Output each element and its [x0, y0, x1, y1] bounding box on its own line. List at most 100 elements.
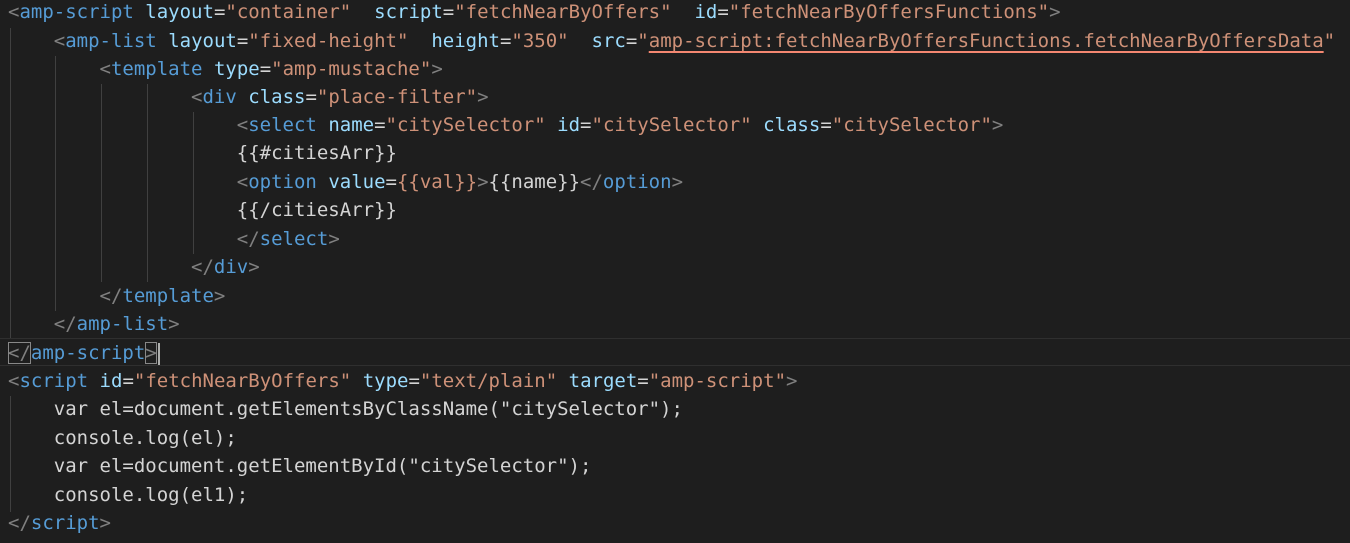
tag-name: template	[122, 285, 214, 307]
tag-bracket: <	[191, 86, 203, 108]
code-line[interactable]: {{#citiesArr}}	[8, 139, 397, 167]
tag-name: script	[19, 370, 89, 392]
attribute-name: target	[568, 370, 638, 392]
attribute-value: "fetchNearByOffers"	[133, 370, 352, 392]
code-line[interactable]: <div class="place-filter">	[8, 83, 489, 111]
tag-name: amp-list	[65, 30, 157, 52]
tag-bracket: <	[99, 58, 111, 80]
code-editor[interactable]: <amp-script layout="container" script="f…	[0, 0, 1350, 543]
attribute-name: layout	[145, 1, 214, 23]
code-line[interactable]: <script id="fetchNearByOffers" type="tex…	[8, 367, 797, 395]
tag-bracket: </	[53, 313, 77, 335]
attribute-value: "fixed-height"	[248, 30, 409, 52]
attribute-value-link[interactable]: amp-script:fetchNearByOffersFunctions.fe…	[649, 30, 1324, 52]
script-code: var el=document.getElementsByClassName("…	[53, 398, 683, 420]
tag-name: amp-script	[30, 342, 146, 364]
tag-bracket: >	[168, 313, 180, 335]
attribute-name: layout	[168, 30, 237, 52]
tag-bracket: <	[236, 171, 249, 193]
tag-bracket: <	[236, 114, 249, 136]
tag-bracket: </	[99, 285, 123, 307]
tag-bracket: >	[1049, 1, 1061, 23]
code-line-current[interactable]: </amp-script>	[0, 338, 1350, 366]
attribute-name: height	[431, 30, 500, 52]
tag-bracket: <	[53, 30, 66, 52]
script-code: var el=document.getElementById("citySele…	[53, 455, 592, 477]
tag-name: template	[110, 58, 203, 80]
code-line[interactable]: <select name="citySelector" id="citySele…	[8, 111, 1004, 139]
tag-name: amp-list	[76, 313, 169, 335]
attribute-name: id	[99, 370, 123, 392]
tag-name: div	[213, 256, 249, 278]
tag-name: option	[602, 171, 672, 193]
tag-name: amp-script	[19, 1, 134, 23]
code-line[interactable]: </script>	[8, 509, 111, 537]
code-line[interactable]: var el=document.getElementsByClassName("…	[8, 395, 683, 423]
attribute-name: src	[591, 30, 626, 52]
code-line[interactable]: <template type="amp-mustache">	[8, 55, 443, 83]
tag-bracket: >	[213, 285, 226, 307]
attribute-name: value	[328, 171, 386, 193]
tag-bracket: </	[191, 256, 214, 278]
code-line[interactable]: </select>	[8, 225, 340, 253]
tag-bracket: >	[991, 114, 1004, 136]
attribute-value: "fetchNearByOffers"	[454, 1, 672, 23]
mustache-variable: {{name}}	[488, 171, 581, 193]
tag-bracket-matched: </	[8, 342, 31, 364]
code-line[interactable]: <option value={{val}}>{{name}}</option>	[8, 168, 683, 196]
code-line[interactable]: <amp-script layout="container" script="f…	[8, 0, 1061, 26]
text-cursor	[157, 342, 160, 365]
tag-name: select	[248, 114, 317, 136]
attribute-value: "amp-script"	[648, 370, 787, 392]
attribute-value: "text/plain"	[419, 370, 558, 392]
code-line[interactable]: </template>	[8, 282, 226, 310]
code-line[interactable]: </amp-list>	[8, 310, 180, 338]
tag-bracket: <	[8, 370, 20, 392]
attribute-name: type	[213, 58, 260, 80]
attribute-value: "container"	[225, 1, 352, 23]
attribute-name: class	[763, 114, 821, 136]
code-line[interactable]: var el=document.getElementById("citySele…	[8, 452, 592, 480]
tag-bracket: >	[477, 171, 489, 193]
tag-bracket-matched: >	[145, 342, 157, 364]
tag-name: option	[248, 171, 317, 193]
tag-bracket: </	[8, 512, 31, 534]
tag-name: div	[202, 86, 237, 108]
tag-bracket: >	[671, 171, 684, 193]
tag-bracket: </	[236, 228, 260, 250]
script-code: console.log(el);	[53, 427, 237, 449]
script-code: console.log(el1);	[53, 484, 249, 506]
attribute-value: "amp-mustache"	[271, 58, 432, 80]
attribute-quote: "	[1323, 30, 1336, 52]
attribute-quote: "	[637, 30, 649, 52]
tag-bracket: >	[431, 58, 443, 80]
code-line[interactable]: {{/citiesArr}}	[8, 196, 397, 224]
mustache-section: {{#citiesArr}}	[236, 142, 397, 164]
attribute-name: id	[694, 1, 718, 23]
tag-bracket: <	[8, 1, 20, 23]
attribute-value: {{val}}	[396, 171, 478, 193]
attribute-name: name	[328, 114, 375, 136]
attribute-value: "citySelector"	[385, 114, 546, 136]
tag-bracket: >	[99, 512, 111, 534]
code-line[interactable]: console.log(el);	[8, 424, 237, 452]
attribute-name: script	[374, 1, 443, 23]
tag-bracket: >	[328, 228, 340, 250]
tag-bracket: >	[477, 86, 489, 108]
attribute-name: id	[557, 114, 581, 136]
attribute-value: "fetchNearByOffersFunctions"	[728, 1, 1050, 23]
attribute-value: "citySelector"	[591, 114, 752, 136]
attribute-value: "place-filter"	[316, 86, 478, 108]
attribute-value: "citySelector"	[831, 114, 992, 136]
code-line[interactable]: </div>	[8, 253, 260, 281]
attribute-value: "350"	[511, 30, 569, 52]
attribute-name: class	[248, 86, 306, 108]
code-line[interactable]: <amp-list layout="fixed-height" height="…	[8, 27, 1335, 55]
tag-name: select	[259, 228, 329, 250]
tag-bracket: >	[248, 256, 260, 278]
mustache-section: {{/citiesArr}}	[236, 199, 397, 221]
tag-bracket: </	[580, 171, 603, 193]
code-line[interactable]: console.log(el1);	[8, 481, 248, 509]
tag-bracket: >	[786, 370, 798, 392]
attribute-name: type	[362, 370, 409, 392]
